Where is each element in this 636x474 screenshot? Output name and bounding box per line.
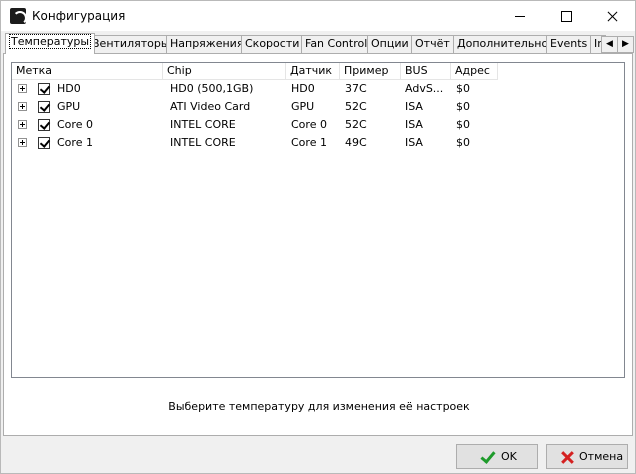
tab-options[interactable]: Опции xyxy=(367,35,413,53)
tab-report[interactable]: Отчёт xyxy=(411,35,454,53)
row-checkbox[interactable] xyxy=(38,119,50,131)
tab-label: Отчёт xyxy=(415,37,450,50)
cell-chip: INTEL CORE xyxy=(170,118,236,131)
row-checkbox[interactable] xyxy=(38,137,50,149)
list-header: Метка Chip Датчик Пример BUS Адрес xyxy=(12,63,624,80)
x-icon xyxy=(559,449,575,465)
cell-label: Core 0 xyxy=(57,118,93,131)
cell-address: $0 xyxy=(456,136,470,149)
ok-label: OK xyxy=(501,450,517,463)
column-header-sensor[interactable]: Датчик xyxy=(286,63,340,80)
cell-sensor: HD0 xyxy=(291,82,315,95)
cell-address: $0 xyxy=(456,100,470,113)
column-header-label[interactable]: Метка xyxy=(12,63,163,80)
expand-icon[interactable] xyxy=(18,84,27,93)
tab-label: Опции xyxy=(371,37,409,50)
table-row[interactable]: Core 0 INTEL CORE Core 0 52C ISA $0 xyxy=(12,116,624,134)
cell-chip: ATI Video Card xyxy=(170,100,251,113)
table-row[interactable]: GPU ATI Video Card GPU 52C ISA $0 xyxy=(12,98,624,116)
chevron-left-icon: ◀ xyxy=(606,39,613,49)
cell-sensor: Core 1 xyxy=(291,136,327,149)
tab-label: Fan Control xyxy=(305,37,368,50)
tab-label: Температуры xyxy=(9,34,92,49)
row-checkbox[interactable] xyxy=(38,101,50,113)
row-checkbox[interactable] xyxy=(38,83,50,95)
cell-chip: HD0 (500,1GB) xyxy=(170,82,254,95)
table-row[interactable]: Core 1 INTEL CORE Core 1 49C ISA $0 xyxy=(12,134,624,152)
cell-bus: AdvS... xyxy=(405,82,444,95)
cell-label: HD0 xyxy=(57,82,81,95)
tab-scroll-left[interactable]: ◀ xyxy=(601,36,618,53)
tab-label: Напряжения xyxy=(170,37,244,50)
cell-address: $0 xyxy=(456,82,470,95)
tab-label: Вентиляторы xyxy=(92,37,170,50)
cell-sample: 52C xyxy=(345,118,367,131)
cancel-label: Отмена xyxy=(579,450,624,463)
tab-label: Дополнительно xyxy=(457,37,549,50)
tab-events[interactable]: Events xyxy=(546,35,592,53)
tab-panel: Метка Chip Датчик Пример BUS Адрес HD0 H… xyxy=(3,53,633,436)
minimize-button[interactable] xyxy=(497,1,543,31)
cell-sample: 52C xyxy=(345,100,367,113)
sensor-list[interactable]: Метка Chip Датчик Пример BUS Адрес HD0 H… xyxy=(11,62,625,378)
window-title: Конфигурация xyxy=(32,9,126,23)
tab-scroll-right[interactable]: ▶ xyxy=(617,36,634,53)
tab-label: Скорости xyxy=(245,37,300,50)
tab-temperatures[interactable]: Температуры xyxy=(5,33,96,54)
cell-label: Core 1 xyxy=(57,136,93,149)
fan-icon xyxy=(10,8,27,25)
close-button[interactable] xyxy=(589,1,635,31)
ok-button[interactable]: OK xyxy=(456,444,538,469)
tab-fans[interactable]: Вентиляторы xyxy=(88,35,174,53)
tab-label: Events xyxy=(550,37,588,50)
column-header-address[interactable]: Адрес xyxy=(451,63,498,80)
cell-bus: ISA xyxy=(405,136,423,149)
tab-voltages[interactable]: Напряжения xyxy=(166,35,248,53)
cell-sample: 37C xyxy=(345,82,367,95)
expand-icon[interactable] xyxy=(18,138,27,147)
tab-advanced[interactable]: Дополнительно xyxy=(453,35,553,53)
cell-sample: 49C xyxy=(345,136,367,149)
hint-text: Выберите температуру для изменения её на… xyxy=(168,400,470,413)
column-header-bus[interactable]: BUS xyxy=(401,63,451,80)
cancel-button[interactable]: Отмена xyxy=(546,444,628,469)
table-row[interactable]: HD0 HD0 (500,1GB) HD0 37C AdvS... $0 xyxy=(12,80,624,98)
cell-bus: ISA xyxy=(405,100,423,113)
expand-icon[interactable] xyxy=(18,102,27,111)
cell-sensor: Core 0 xyxy=(291,118,327,131)
cell-sensor: GPU xyxy=(291,100,315,113)
chevron-right-icon: ▶ xyxy=(622,39,629,49)
config-window: Конфигурация Температуры Вентиляторы Нап… xyxy=(0,0,636,474)
tab-fan-control[interactable]: Fan Control xyxy=(301,35,372,53)
cell-bus: ISA xyxy=(405,118,423,131)
cell-label: GPU xyxy=(57,100,81,113)
column-header-chip[interactable]: Chip xyxy=(163,63,286,80)
cell-address: $0 xyxy=(456,118,470,131)
column-header-sample[interactable]: Пример xyxy=(340,63,401,80)
cell-chip: INTEL CORE xyxy=(170,136,236,149)
tab-speeds[interactable]: Скорости xyxy=(241,35,304,53)
tab-strip: Температуры Вентиляторы Напряжения Скоро… xyxy=(3,33,635,54)
checkmark-icon xyxy=(479,449,495,465)
maximize-button[interactable] xyxy=(543,1,589,31)
expand-icon[interactable] xyxy=(18,120,27,129)
title-bar: Конфигурация xyxy=(1,1,635,31)
